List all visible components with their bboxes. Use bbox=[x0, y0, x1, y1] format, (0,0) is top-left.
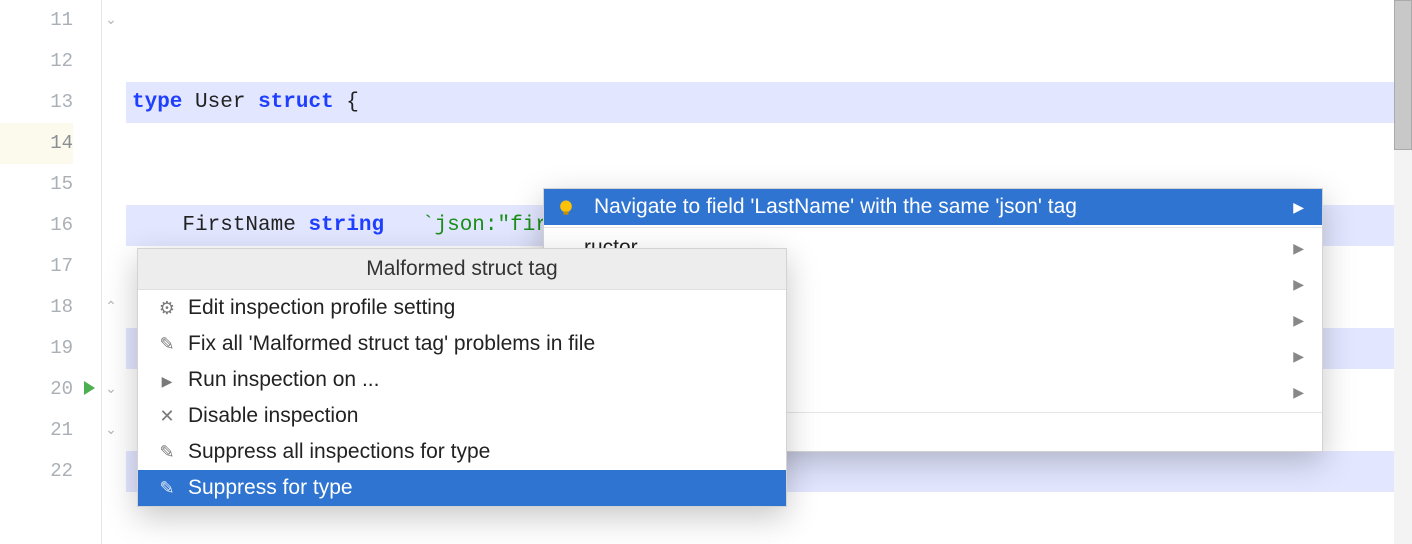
run-icon bbox=[156, 370, 178, 391]
fold-toggle-icon[interactable]: ⌄ bbox=[102, 12, 120, 30]
line-number[interactable]: 11 bbox=[0, 0, 73, 41]
suppress-for-type[interactable]: Suppress for type bbox=[138, 470, 786, 506]
edit-inspection-profile[interactable]: Edit inspection profile setting bbox=[138, 290, 786, 326]
line-number[interactable]: 12 bbox=[0, 41, 73, 82]
type-name: User bbox=[195, 91, 245, 114]
fold-toggle-icon[interactable]: ⌄ bbox=[102, 422, 120, 440]
run-gutter-icon[interactable] bbox=[84, 381, 95, 395]
line-number[interactable]: 19 bbox=[0, 328, 73, 369]
disable-inspection[interactable]: Disable inspection bbox=[138, 398, 786, 434]
menu-item-label: Suppress for type bbox=[188, 476, 353, 500]
close-icon bbox=[156, 406, 178, 427]
pencil-icon bbox=[156, 442, 178, 463]
field-name: FirstName bbox=[182, 214, 295, 237]
field-type: string bbox=[308, 214, 384, 237]
line-number[interactable]: 20 bbox=[0, 369, 73, 410]
line-number-gutter: 11 12 13 14 15 16 17 18 19 20 21 22 bbox=[0, 0, 102, 544]
fold-toggle-icon[interactable]: ⌃ bbox=[102, 299, 120, 317]
inspection-options-menu[interactable]: Malformed struct tag Edit inspection pro… bbox=[137, 248, 787, 507]
keyword-struct: struct bbox=[258, 91, 334, 114]
scrollbar-thumb[interactable] bbox=[1394, 0, 1412, 150]
gear-icon bbox=[156, 298, 178, 319]
pencil-icon bbox=[156, 478, 178, 499]
suppress-all-for-type[interactable]: Suppress all inspections for type bbox=[138, 434, 786, 470]
menu-title: Malformed struct tag bbox=[138, 249, 786, 290]
menu-item-label: Fix all 'Malformed struct tag' problems … bbox=[188, 332, 595, 356]
line-number[interactable]: 15 bbox=[0, 164, 73, 205]
line-number[interactable]: 18 bbox=[0, 287, 73, 328]
menu-item-label: Disable inspection bbox=[188, 404, 358, 428]
menu-item-label: Edit inspection profile setting bbox=[188, 296, 455, 320]
intention-navigate-duplicate-tag[interactable]: Navigate to field 'LastName' with the sa… bbox=[544, 189, 1322, 225]
line-number[interactable]: 21 bbox=[0, 410, 73, 451]
submenu-arrow-icon: ▶ bbox=[1293, 240, 1304, 257]
line-number[interactable]: 22 bbox=[0, 451, 73, 492]
submenu-arrow-icon: ▶ bbox=[1293, 384, 1304, 401]
code-line[interactable]: type User struct { bbox=[126, 82, 1412, 123]
menu-item-label: Run inspection on ... bbox=[188, 368, 379, 392]
pencil-icon bbox=[156, 334, 178, 355]
submenu-arrow-icon: ▶ bbox=[1293, 199, 1304, 216]
editor-scrollbar[interactable] bbox=[1394, 0, 1412, 544]
submenu-arrow-icon: ▶ bbox=[1293, 276, 1304, 293]
fold-toggle-icon[interactable]: ⌄ bbox=[102, 381, 120, 399]
line-number[interactable]: 16 bbox=[0, 205, 73, 246]
submenu-arrow-icon: ▶ bbox=[1293, 348, 1304, 365]
lightbulb-icon bbox=[556, 196, 578, 218]
fix-all-problems[interactable]: Fix all 'Malformed struct tag' problems … bbox=[138, 326, 786, 362]
line-number[interactable]: 13 bbox=[0, 82, 73, 123]
menu-item-label: Suppress all inspections for type bbox=[188, 440, 490, 464]
menu-item-label: Navigate to field 'LastName' with the sa… bbox=[594, 195, 1077, 219]
run-inspection-on[interactable]: Run inspection on ... bbox=[138, 362, 786, 398]
keyword-type: type bbox=[132, 91, 182, 114]
line-number-current[interactable]: 14 bbox=[0, 123, 73, 164]
line-number[interactable]: 17 bbox=[0, 246, 73, 287]
fold-column bbox=[102, 0, 126, 544]
menu-separator bbox=[544, 227, 1322, 228]
submenu-arrow-icon: ▶ bbox=[1293, 312, 1304, 329]
